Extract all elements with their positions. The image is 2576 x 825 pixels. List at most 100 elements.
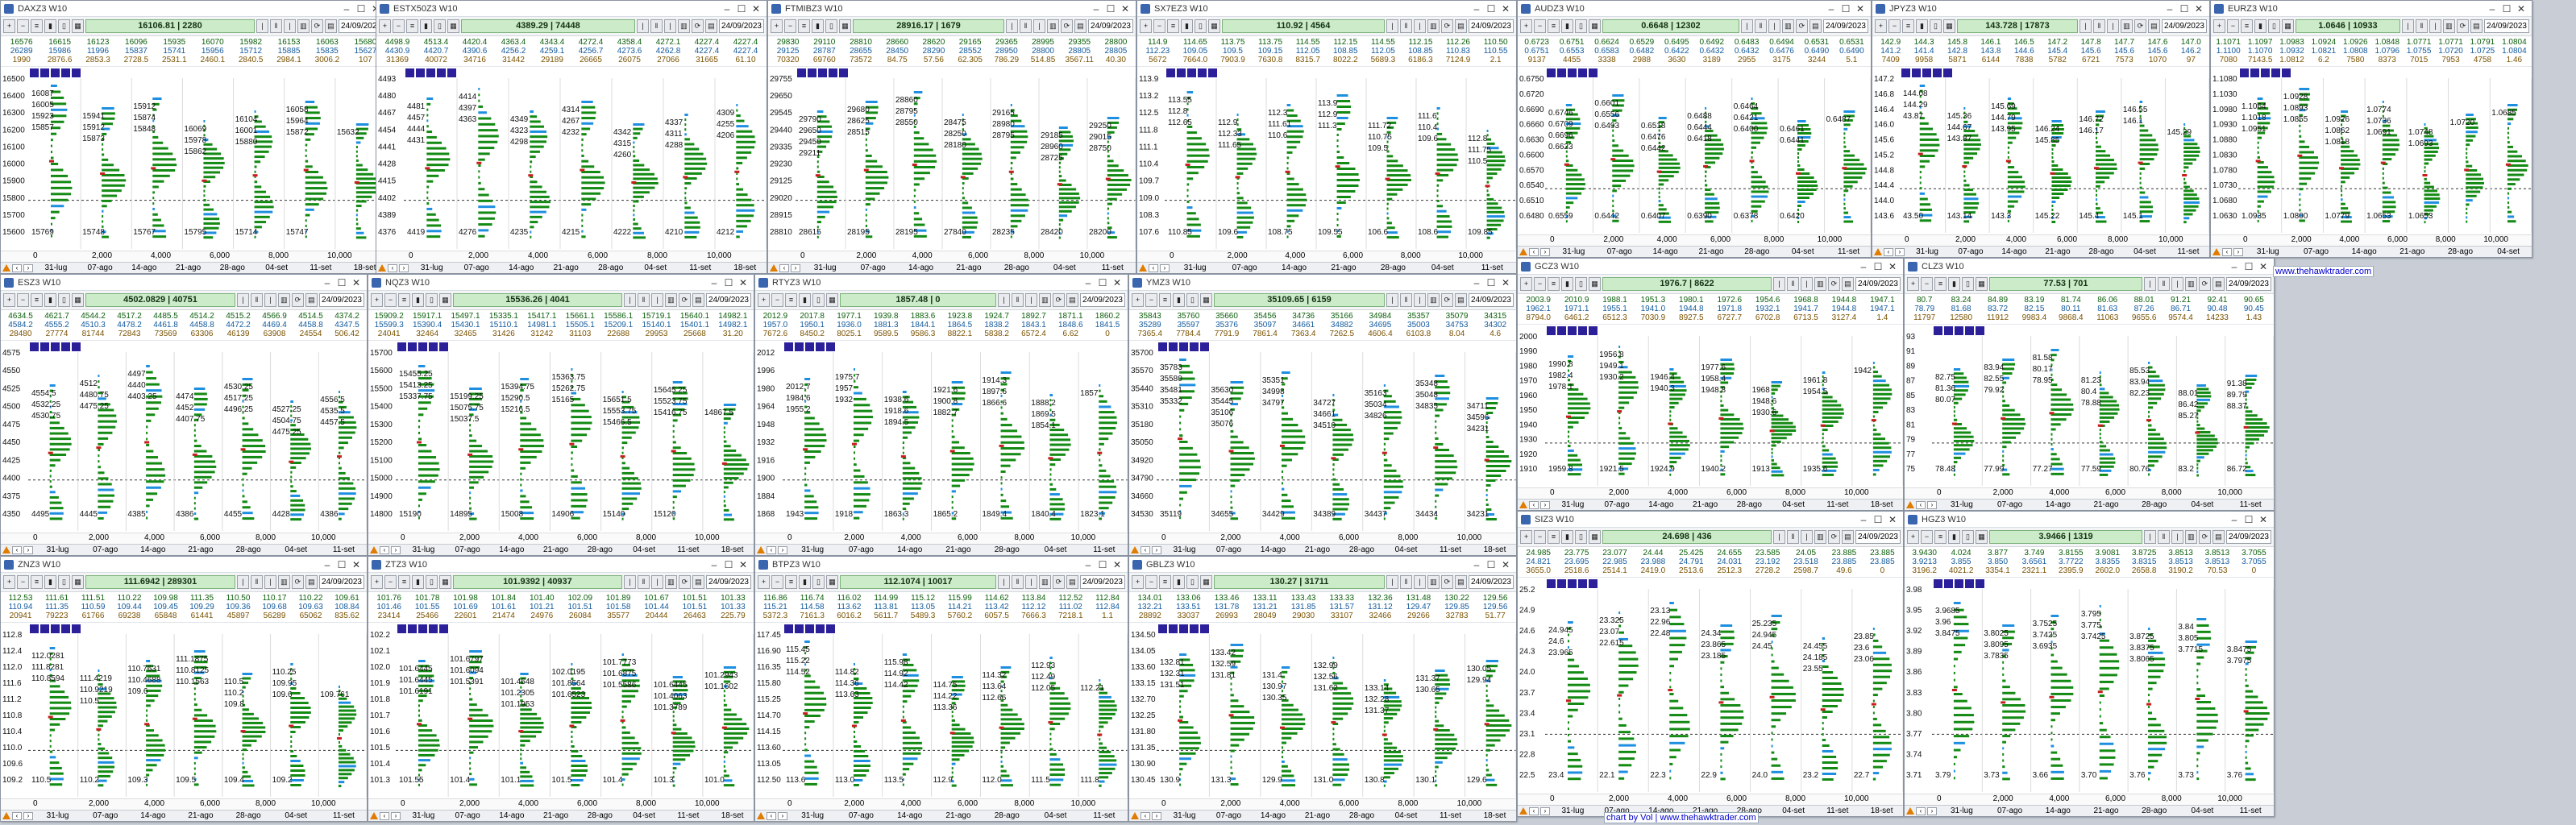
- warning-triangle-icon[interactable]: [1519, 248, 1527, 255]
- grid-icon[interactable]: ▥: [2120, 19, 2133, 33]
- period-button[interactable]: ▮: [412, 575, 424, 589]
- bars2-icon[interactable]: ‖: [250, 293, 263, 307]
- minimize-icon[interactable]: –: [320, 559, 334, 570]
- settings-button[interactable]: ≡: [398, 293, 410, 307]
- refresh-icon[interactable]: ⟳: [1827, 277, 1840, 291]
- zoom-in-button[interactable]: +: [3, 293, 15, 307]
- scroll-right-button[interactable]: ›: [391, 545, 401, 554]
- settings-button[interactable]: ≡: [785, 293, 797, 307]
- minimize-icon[interactable]: –: [1081, 277, 1095, 288]
- warning-triangle-icon[interactable]: [1519, 501, 1527, 508]
- zoom-out-button[interactable]: −: [17, 575, 29, 589]
- bars-icon[interactable]: |: [256, 19, 268, 33]
- scroll-right-button[interactable]: ›: [1160, 263, 1170, 272]
- period-button[interactable]: ▮: [1948, 277, 1960, 291]
- close-icon[interactable]: ✕: [1885, 261, 1900, 272]
- scroll-left-button[interactable]: ‹: [1141, 545, 1150, 554]
- bars3-icon[interactable]: |: [663, 19, 676, 33]
- maximize-icon[interactable]: ☐: [2177, 3, 2192, 15]
- refresh-icon[interactable]: ⟳: [291, 575, 304, 589]
- zoom-out-button[interactable]: −: [384, 575, 397, 589]
- date-field[interactable]: 24/09/2023: [1079, 293, 1125, 307]
- grid-icon[interactable]: ▥: [1046, 19, 1059, 33]
- zoom-out-button[interactable]: −: [1888, 19, 1901, 33]
- calendar-icon[interactable]: ▤: [2470, 19, 2483, 33]
- warning-triangle-icon[interactable]: [2, 264, 10, 272]
- warning-triangle-icon[interactable]: [1139, 264, 1147, 272]
- layout-button[interactable]: ▦: [839, 19, 851, 33]
- period-button[interactable]: ▮: [812, 19, 824, 33]
- minimize-icon[interactable]: –: [1469, 3, 1484, 15]
- date-field[interactable]: 24/09/2023: [2161, 19, 2207, 33]
- draw-button[interactable]: ▯: [1575, 19, 1587, 33]
- date-field[interactable]: 24/09/2023: [1468, 19, 1514, 33]
- draw-button[interactable]: ▯: [1195, 19, 1207, 33]
- scroll-left-button[interactable]: ‹: [767, 545, 776, 554]
- scroll-left-button[interactable]: ‹: [2222, 247, 2232, 256]
- period-button[interactable]: ▮: [1173, 293, 1185, 307]
- scroll-left-button[interactable]: ‹: [12, 811, 22, 820]
- grid-icon[interactable]: ▥: [2442, 19, 2455, 33]
- period-button[interactable]: ▮: [420, 19, 432, 33]
- warning-triangle-icon[interactable]: [2, 812, 10, 819]
- close-icon[interactable]: ✕: [736, 277, 750, 288]
- date-field[interactable]: 24/09/2023: [2225, 277, 2271, 291]
- bars-icon[interactable]: |: [236, 575, 249, 589]
- settings-button[interactable]: ≡: [31, 293, 43, 307]
- bars-icon[interactable]: |: [236, 293, 249, 307]
- bars3-icon[interactable]: |: [2429, 19, 2441, 33]
- grid-icon[interactable]: ▥: [277, 575, 290, 589]
- zoom-in-button[interactable]: +: [379, 19, 391, 33]
- bars3-icon[interactable]: |: [1413, 293, 1426, 307]
- warning-triangle-icon[interactable]: [2, 546, 10, 553]
- layout-button[interactable]: ▦: [826, 293, 838, 307]
- zoom-in-button[interactable]: +: [371, 293, 383, 307]
- bars-icon[interactable]: |: [623, 575, 636, 589]
- scroll-left-button[interactable]: ‹: [380, 811, 389, 820]
- scroll-left-button[interactable]: ‹: [380, 545, 389, 554]
- bars2-icon[interactable]: ‖: [250, 575, 263, 589]
- scroll-right-button[interactable]: ›: [399, 263, 409, 272]
- bars2-icon[interactable]: ‖: [637, 575, 650, 589]
- warning-triangle-icon[interactable]: [2212, 248, 2221, 255]
- calendar-icon[interactable]: ▤: [305, 293, 318, 307]
- maximize-icon[interactable]: ☐: [354, 3, 368, 15]
- settings-button[interactable]: ≡: [398, 575, 410, 589]
- calendar-icon[interactable]: ▤: [692, 575, 704, 589]
- bars-icon[interactable]: |: [2079, 19, 2092, 33]
- settings-button[interactable]: ≡: [1159, 293, 1171, 307]
- grid-icon[interactable]: ▥: [1038, 293, 1051, 307]
- maximize-icon[interactable]: ☐: [734, 3, 749, 15]
- bars-icon[interactable]: |: [1386, 293, 1398, 307]
- refresh-icon[interactable]: ⟳: [2134, 19, 2146, 33]
- scroll-left-button[interactable]: ‹: [1884, 247, 1893, 256]
- settings-button[interactable]: ≡: [1548, 19, 1560, 33]
- draw-button[interactable]: ▯: [812, 293, 825, 307]
- close-icon[interactable]: ✕: [749, 3, 763, 15]
- bars3-icon[interactable]: |: [264, 293, 276, 307]
- maximize-icon[interactable]: ☐: [1095, 277, 1110, 288]
- period-button[interactable]: ▮: [1181, 19, 1193, 33]
- settings-button[interactable]: ≡: [785, 575, 797, 589]
- settings-button[interactable]: ≡: [798, 19, 810, 33]
- close-icon[interactable]: ✕: [736, 559, 750, 570]
- zoom-out-button[interactable]: −: [17, 19, 29, 33]
- scroll-left-button[interactable]: ‹: [1916, 500, 1926, 509]
- warning-triangle-icon[interactable]: [1874, 248, 1882, 255]
- layout-button[interactable]: ▦: [1208, 19, 1220, 33]
- settings-button[interactable]: ≡: [2241, 19, 2253, 33]
- close-icon[interactable]: ✕: [1110, 277, 1124, 288]
- close-icon[interactable]: ✕: [349, 559, 364, 570]
- draw-button[interactable]: ▯: [58, 575, 70, 589]
- maximize-icon[interactable]: ☐: [2242, 261, 2256, 272]
- maximize-icon[interactable]: ☐: [721, 559, 736, 570]
- layout-button[interactable]: ▦: [72, 293, 84, 307]
- scroll-right-button[interactable]: ›: [23, 263, 33, 272]
- scroll-right-button[interactable]: ›: [1895, 247, 1905, 256]
- zoom-in-button[interactable]: +: [1132, 293, 1144, 307]
- bars2-icon[interactable]: ‖: [1019, 19, 1032, 33]
- zoom-out-button[interactable]: −: [17, 293, 29, 307]
- scroll-left-button[interactable]: ‹: [12, 545, 22, 554]
- warning-triangle-icon[interactable]: [1131, 546, 1139, 553]
- layout-button[interactable]: ▦: [1200, 293, 1212, 307]
